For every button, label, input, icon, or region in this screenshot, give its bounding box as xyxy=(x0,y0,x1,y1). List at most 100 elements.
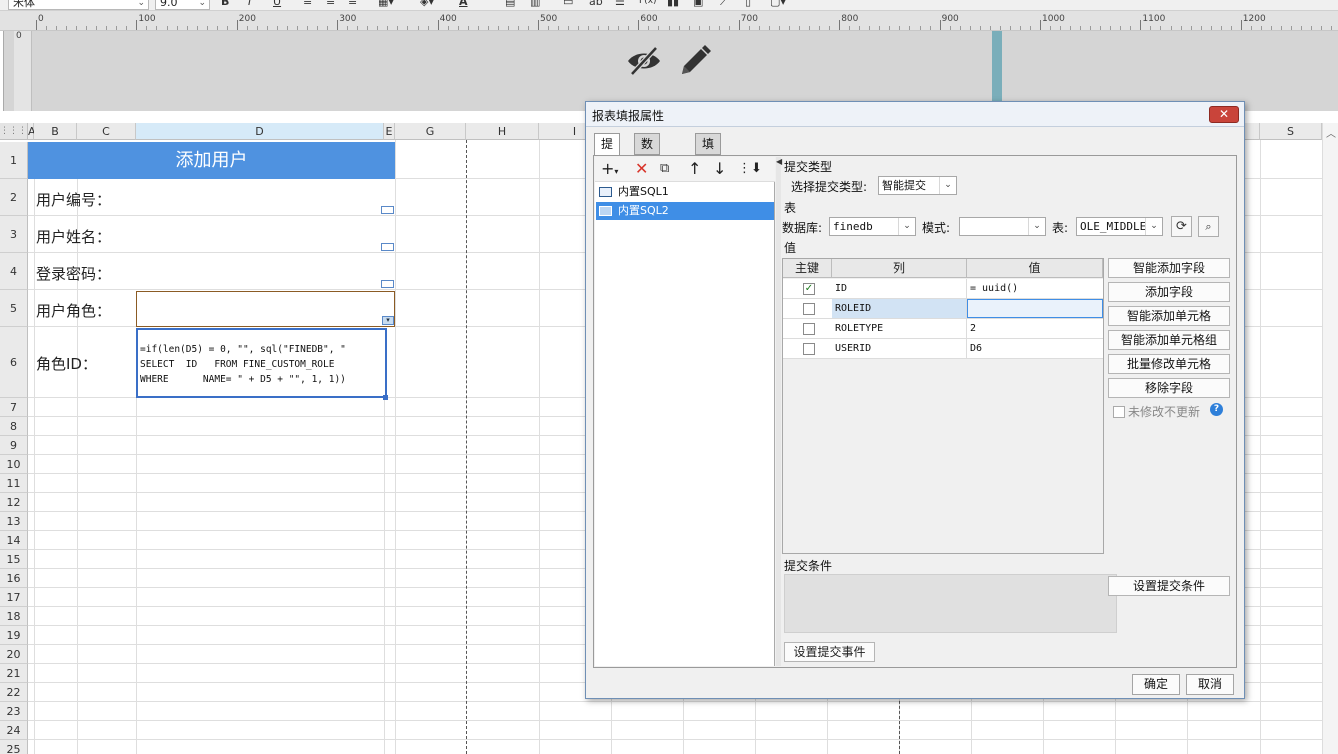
row-header[interactable]: 15 xyxy=(0,550,28,569)
fill-color-icon[interactable]: ◈▾ xyxy=(420,0,434,10)
row-header[interactable]: 8 xyxy=(0,417,28,436)
band-marker[interactable] xyxy=(992,31,1002,111)
row-header[interactable]: 11 xyxy=(0,474,28,493)
dropdown-widget-icon[interactable]: ▾ xyxy=(382,316,394,325)
row-header[interactable]: 1 xyxy=(0,142,28,179)
sql-item-1[interactable]: 内置SQL1 xyxy=(596,183,774,201)
text-cell-button[interactable]: ab xyxy=(589,0,603,10)
checkbox-box[interactable] xyxy=(1113,406,1125,418)
column-header[interactable]: D xyxy=(136,123,384,140)
arrow-up-icon[interactable]: ↑ xyxy=(688,159,701,179)
row-header[interactable]: 9 xyxy=(0,436,28,455)
font-family-select[interactable]: 宋体 ⌄ xyxy=(8,0,149,10)
cell-resize-handle[interactable] xyxy=(383,395,388,400)
image-icon[interactable]: ▣ xyxy=(693,0,703,10)
column-header[interactable]: B xyxy=(34,123,77,140)
title-cell[interactable]: 添加用户 xyxy=(28,142,395,179)
font-color-button[interactable]: A xyxy=(459,0,468,10)
row-header[interactable]: 13 xyxy=(0,512,28,531)
merge-cell-icon[interactable]: ▤ xyxy=(505,0,515,10)
row-header[interactable]: 21 xyxy=(0,664,28,683)
pencil-icon[interactable] xyxy=(678,44,712,78)
schema-select[interactable]: ⌄ xyxy=(959,217,1046,236)
column-header[interactable]: G xyxy=(395,123,466,140)
table-row[interactable]: ✓ ID = uuid() xyxy=(783,279,1103,299)
select-all-corner[interactable]: ⋮⋮⋮ xyxy=(0,123,28,140)
sub-report-icon[interactable]: ▯ xyxy=(745,0,751,10)
preview-table-button[interactable]: ⌕ xyxy=(1198,216,1219,237)
border-icon[interactable]: ▦▾ xyxy=(378,0,394,10)
dialog-titlebar[interactable]: 报表填报属性 ✕ xyxy=(586,102,1244,127)
value-cell[interactable]: D6 xyxy=(967,339,1103,358)
password-widget-icon[interactable] xyxy=(381,280,394,288)
help-icon[interactable]: ? xyxy=(1210,403,1223,416)
table-row[interactable]: ROLEID xyxy=(783,299,1103,319)
row-header[interactable]: 2 xyxy=(0,179,28,216)
underline-button[interactable]: U xyxy=(273,0,281,10)
bold-button[interactable]: B xyxy=(221,0,229,10)
align-right-icon[interactable]: ≡ xyxy=(348,0,357,10)
wrap-text-icon[interactable]: ☰ xyxy=(615,0,625,10)
column-header[interactable]: H xyxy=(466,123,539,140)
row-header[interactable]: 4 xyxy=(0,253,28,290)
insert-row-icon[interactable]: ▭ xyxy=(563,0,573,10)
add-field-button[interactable]: 添加字段 xyxy=(1108,282,1230,302)
row-header[interactable]: 18 xyxy=(0,607,28,626)
align-center-icon[interactable]: ≡ xyxy=(326,0,335,10)
row-header[interactable]: 24 xyxy=(0,721,28,740)
batch-modify-cell-button[interactable]: 批量修改单元格 xyxy=(1108,354,1230,374)
password-label[interactable]: 登录密码： xyxy=(36,263,111,284)
row-header[interactable]: 12 xyxy=(0,493,28,512)
cancel-button[interactable]: 取消 xyxy=(1186,674,1234,695)
table-row[interactable]: ROLETYPE 2 xyxy=(783,319,1103,339)
widget-icon[interactable]: ▢▾ xyxy=(770,0,786,10)
eye-slash-icon[interactable] xyxy=(626,45,662,77)
tab-submit[interactable]: 提交 xyxy=(594,133,621,171)
smart-add-cell-button[interactable]: 智能添加单元格 xyxy=(1108,306,1230,326)
text-widget-icon[interactable] xyxy=(381,243,394,251)
column-header[interactable]: S xyxy=(1260,123,1322,140)
column-header[interactable]: C xyxy=(77,123,136,140)
user-role-cell[interactable] xyxy=(136,291,395,327)
tab-data-validation[interactable]: 数据校验 xyxy=(634,133,661,211)
italic-button[interactable]: I xyxy=(248,0,251,10)
remove-field-button[interactable]: 移除字段 xyxy=(1108,378,1230,398)
submit-type-select[interactable]: 智能提交 ⌄ xyxy=(878,176,957,195)
row-header[interactable]: 17 xyxy=(0,588,28,607)
table-select[interactable]: OLE_MIDDLE ⌄ xyxy=(1076,217,1163,236)
smart-add-field-button[interactable]: 智能添加字段 xyxy=(1108,258,1230,278)
column-header[interactable]: E xyxy=(384,123,395,140)
row-header[interactable]: 7 xyxy=(0,398,28,417)
primary-key-checkbox[interactable] xyxy=(803,343,815,355)
vertical-scrollbar[interactable]: ︿ xyxy=(1322,123,1338,754)
row-header[interactable]: 22 xyxy=(0,683,28,702)
arrow-down-icon[interactable]: ↓ xyxy=(713,159,726,179)
database-select[interactable]: finedb ⌄ xyxy=(829,217,916,236)
set-submit-condition-button[interactable]: 设置提交条件 xyxy=(1108,576,1230,596)
primary-key-checkbox[interactable] xyxy=(803,323,815,335)
chevron-up-icon[interactable]: ︿ xyxy=(1326,125,1336,140)
row-header[interactable]: 16 xyxy=(0,569,28,588)
font-size-select[interactable]: 9.0 ⌄ xyxy=(155,0,210,10)
smart-add-cell-group-button[interactable]: 智能添加单元格组 xyxy=(1108,330,1230,350)
row-header[interactable]: 6 xyxy=(0,327,28,398)
row-header[interactable]: 25 xyxy=(0,740,28,754)
row-header[interactable]: 23 xyxy=(0,702,28,721)
delete-icon[interactable]: ✕ xyxy=(635,159,648,179)
set-submit-event-button[interactable]: 设置提交事件 xyxy=(784,642,875,662)
role-id-label[interactable]: 角色ID： xyxy=(36,353,97,374)
user-name-label[interactable]: 用户姓名： xyxy=(36,226,111,247)
text-widget-icon[interactable] xyxy=(381,206,394,214)
close-button[interactable]: ✕ xyxy=(1209,106,1239,123)
add-icon[interactable]: +▾ xyxy=(601,159,618,182)
no-update-if-unchanged-checkbox[interactable]: 未修改不更新 xyxy=(1113,403,1200,420)
primary-key-checkbox[interactable]: ✓ xyxy=(803,283,815,295)
primary-key-checkbox[interactable] xyxy=(803,303,815,315)
formula-button[interactable]: F(x) xyxy=(639,0,657,10)
tab-shortcut-settings[interactable]: 填报快捷键设置 xyxy=(695,133,722,271)
chart-icon[interactable]: ▮▮ xyxy=(667,0,679,10)
row-header[interactable]: 5 xyxy=(0,290,28,327)
role-id-formula-cell[interactable]: =if(len(D5) = 0, "", sql("FINEDB", " SEL… xyxy=(136,328,387,398)
copy-icon[interactable]: ⧉ xyxy=(660,159,669,179)
slash-cell-icon[interactable]: ⟋ xyxy=(720,0,728,10)
